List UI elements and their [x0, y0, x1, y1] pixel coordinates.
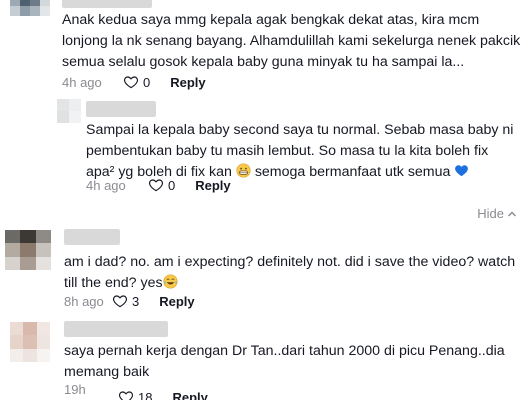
avatar[interactable] [10, 0, 50, 16]
heart-outline-icon [112, 295, 128, 308]
like-count: 0 [168, 177, 176, 193]
reply-button[interactable]: Reply [159, 294, 194, 309]
timestamp: 4h ago [86, 177, 126, 193]
reply-button[interactable]: Reply [195, 178, 230, 193]
comment-meta: 4h ago 0 Reply [62, 74, 206, 90]
comment-meta: 4h ago 0 Reply [86, 177, 231, 193]
comment-text: Anak kedua saya mmg kepala agak bengkak … [62, 12, 521, 70]
comments-panel: Anak kedua saya mmg kepala agak bengkak … [0, 0, 531, 400]
comment-text: saya pernah kerja dengan Dr Tan..dari ta… [64, 343, 505, 380]
like-button[interactable]: 18 [118, 389, 152, 400]
comment-text: Sampai la kepala baby second saya tu nor… [86, 122, 514, 180]
like-button[interactable]: 0 [123, 74, 150, 90]
timestamp: 19h ago [64, 382, 86, 400]
chevron-up-icon [508, 211, 516, 216]
username[interactable] [64, 229, 120, 245]
comment-meta: 8h ago 3 Reply [64, 293, 195, 309]
avatar[interactable] [57, 99, 81, 123]
like-button[interactable]: 3 [112, 293, 139, 309]
like-count: 18 [138, 389, 153, 400]
username[interactable] [86, 101, 156, 117]
like-count: 0 [143, 74, 151, 90]
timestamp: 8h ago [64, 293, 104, 309]
username[interactable] [64, 321, 168, 337]
avatar[interactable] [10, 322, 50, 362]
tears-of-joy-icon [163, 274, 178, 289]
like-button[interactable]: 0 [148, 177, 175, 193]
comment-text: am i dad? no. am i expecting? definitely… [64, 254, 516, 291]
comment-meta: 19h ago 18 Reply [64, 382, 208, 400]
reply-button[interactable]: Reply [170, 75, 205, 90]
timestamp: 4h ago [62, 74, 102, 90]
heart-outline-icon [123, 76, 139, 89]
heart-outline-icon [118, 391, 134, 400]
hide-label: Hide [477, 206, 504, 221]
like-count: 3 [132, 293, 140, 309]
blue-heart-icon [455, 165, 469, 177]
grinning-face-icon [236, 163, 251, 178]
reply-button[interactable]: Reply [172, 390, 207, 400]
heart-outline-icon [148, 179, 164, 192]
username[interactable] [62, 0, 152, 8]
avatar[interactable] [5, 230, 51, 270]
hide-replies-button[interactable]: Hide [477, 206, 517, 221]
